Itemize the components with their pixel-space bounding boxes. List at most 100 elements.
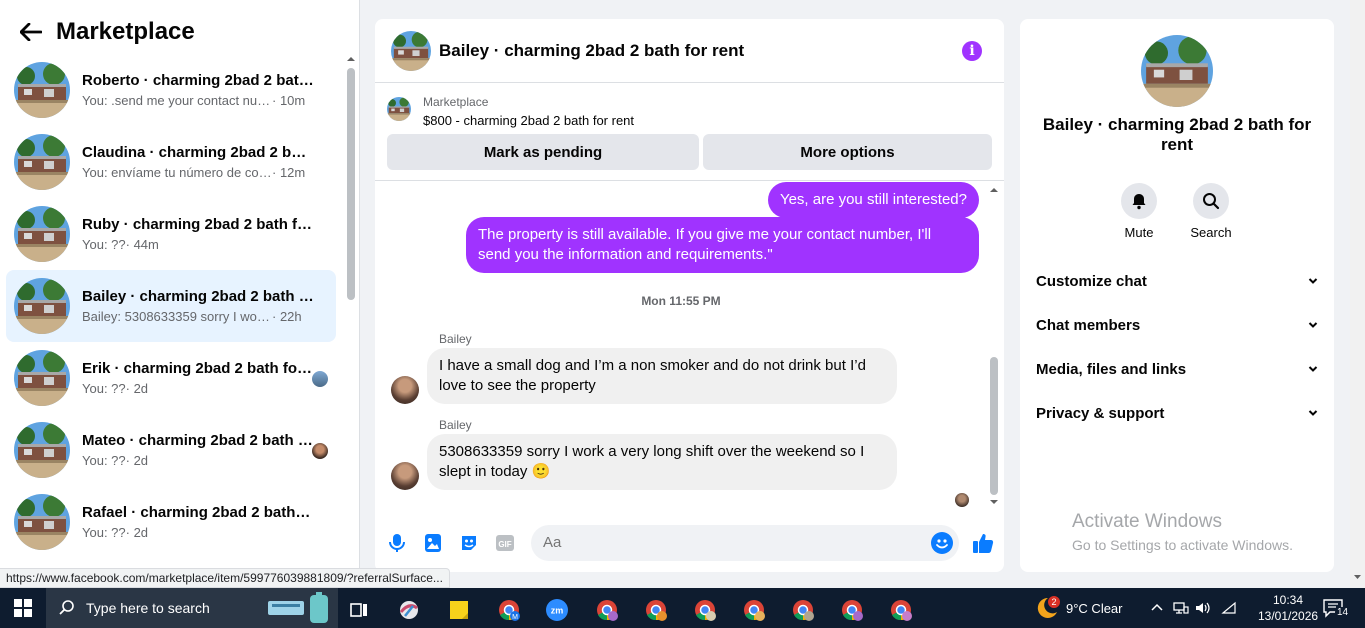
taskbar-clock[interactable]: 10:34 13/01/2026 [1258,592,1318,624]
conversation-item-ruby[interactable]: Ruby · charming 2bad 2 bath for rent You… [6,198,336,270]
search-icon [59,600,74,615]
sidebar-scroll-thumb[interactable] [347,68,355,300]
conversation-time: · 2d [125,525,149,540]
conversation-snippet: Bailey: 5308633359 sorry I work a ... [82,309,272,324]
chevron-down-icon [1308,322,1318,328]
conversation-time: · 10m [272,93,306,108]
snip-sketch-icon[interactable] [397,598,421,622]
conversation-time: · 12m [272,165,306,180]
svg-text:M: M [512,614,518,621]
windows-start-icon[interactable] [0,588,46,628]
incoming-message[interactable]: I have a small dog and I’m a non smoker … [427,348,897,404]
conversation-item-erik[interactable]: Erik · charming 2bad 2 bath for rent You… [6,342,336,414]
smile-emoji: 🙂 [531,463,551,480]
chat-avatar[interactable] [391,30,431,71]
page-scrollbar[interactable] [1350,0,1365,588]
chat-header: Bailey · charming 2bad 2 bath for rent i [375,19,1004,83]
chrome-profile-m-icon[interactable]: M [497,598,521,622]
volume-icon[interactable] [1194,600,1212,616]
seen-avatar [312,443,328,459]
emoji-icon[interactable] [931,532,953,554]
conversation-item-rafael[interactable]: Rafael · charming 2bad 2 bath for rent Y… [6,486,336,558]
task-view-icon[interactable] [347,598,371,622]
sender-avatar[interactable] [391,376,419,404]
bell-icon [1132,194,1146,210]
listing-summary[interactable]: Marketplace $800 - charming 2bad 2 bath … [387,95,634,128]
listing-kind: Marketplace [423,95,489,109]
chat-panel: Bailey · charming 2bad 2 bath for rent i… [375,19,1004,572]
conversation-snippet: You: ?? [82,453,126,468]
notification-count: 14 [1335,607,1351,618]
outgoing-message[interactable]: Yes, are you still interested? [767,182,979,218]
conversation-snippet: You: ?? [82,237,126,252]
details-title: Bailey · charming 2bad 2 bath for rent [1042,115,1312,154]
message-composer: GIF [375,523,1004,563]
conversation-item-bailey[interactable]: Bailey · charming 2bad 2 bath for rent B… [6,270,336,342]
seen-avatar [312,371,328,387]
conversation-name: Roberto · charming 2bad 2 bath for rent [82,72,314,89]
sender-avatar[interactable] [391,462,419,490]
incoming-message[interactable]: 5308633359 sorry I work a very long shif… [427,434,897,490]
outgoing-message[interactable]: The property is still available. If you … [466,217,979,273]
sender-name: Bailey [439,418,472,432]
chat-scrollbar[interactable] [987,181,1001,511]
mark-as-pending-button[interactable]: Mark as pending [387,134,699,170]
chat-members-row[interactable]: Chat members [1036,303,1318,347]
conversation-name: Ruby · charming 2bad 2 bath for rent [82,216,314,233]
weather-widget[interactable]: 2 9°C Clear [1034,588,1123,628]
conversation-item-mateo[interactable]: Mateo · charming 2bad 2 bath for rent Yo… [6,414,336,486]
zoom-icon[interactable]: zm [545,598,569,622]
photo-icon[interactable] [423,533,443,553]
privacy-support-row[interactable]: Privacy & support [1036,391,1318,435]
gif-label: GIF [498,540,511,549]
conversation-name: Bailey · charming 2bad 2 bath for rent [82,288,314,305]
read-receipt-avatar [955,493,969,507]
row-label: Chat members [1036,316,1141,334]
microphone-icon[interactable] [387,533,407,553]
info-icon[interactable]: i [962,41,982,61]
chat-scroll-thumb[interactable] [990,357,998,495]
sticky-notes-icon[interactable] [447,598,471,622]
search-in-conversation-button[interactable]: Search [1181,183,1241,240]
notification-center-icon[interactable]: 14 [1322,588,1351,628]
mute-button[interactable]: Mute [1109,183,1169,240]
conversation-time: · 44m [125,237,159,252]
more-options-button[interactable]: More options [703,134,992,170]
details-avatar[interactable] [1141,35,1213,107]
taskbar-search[interactable]: Type here to search [46,588,338,628]
customize-chat-row[interactable]: Customize chat [1036,259,1318,303]
gif-icon[interactable]: GIF [495,533,515,553]
chrome-profile-icon[interactable] [742,598,766,622]
media-files-links-row[interactable]: Media, files and links [1036,347,1318,391]
thumbs-up-icon[interactable] [971,531,995,555]
chrome-profile-icon[interactable] [889,598,913,622]
listing-avatar [14,62,70,118]
chevron-up-icon[interactable] [1150,601,1164,615]
taskbar-search-placeholder: Type here to search [86,600,210,616]
chrome-profile-icon[interactable] [791,598,815,622]
message-timestamp: Mon 11:55 PM [641,294,721,308]
listing-avatar [14,422,70,478]
back-arrow-icon[interactable] [18,19,44,45]
chrome-profile-icon[interactable] [840,598,864,622]
message-thread: Yes, are you still interested? The prope… [375,181,1004,511]
conversation-snippet: You: ?? [82,381,126,396]
activate-windows-watermark: Activate Windows Go to Settings to activ… [1072,511,1293,553]
wifi-icon[interactable] [1220,600,1238,616]
network-icon[interactable] [1172,600,1190,616]
search-icon [1203,193,1220,210]
message-input[interactable] [531,525,959,561]
chrome-profile-icon[interactable] [644,598,668,622]
chrome-profile-icon[interactable] [595,598,619,622]
sidebar-title: Marketplace [56,18,195,45]
conversation-item-claudina[interactable]: Claudina · charming 2bad 2 bath for rent… [6,126,336,198]
chat-title[interactable]: Bailey · charming 2bad 2 bath for rent [439,41,744,61]
conversation-details-panel: Bailey · charming 2bad 2 bath for rent M… [1020,19,1334,572]
chrome-profile-icon[interactable] [693,598,717,622]
sidebar-scrollbar[interactable] [345,54,357,584]
conversation-item-roberto[interactable]: Roberto · charming 2bad 2 bath for rent … [6,54,336,126]
listing-thumbnail [387,97,411,121]
sticker-icon[interactable] [459,533,479,553]
row-label: Customize chat [1036,272,1147,290]
search-label: Search [1190,225,1232,240]
